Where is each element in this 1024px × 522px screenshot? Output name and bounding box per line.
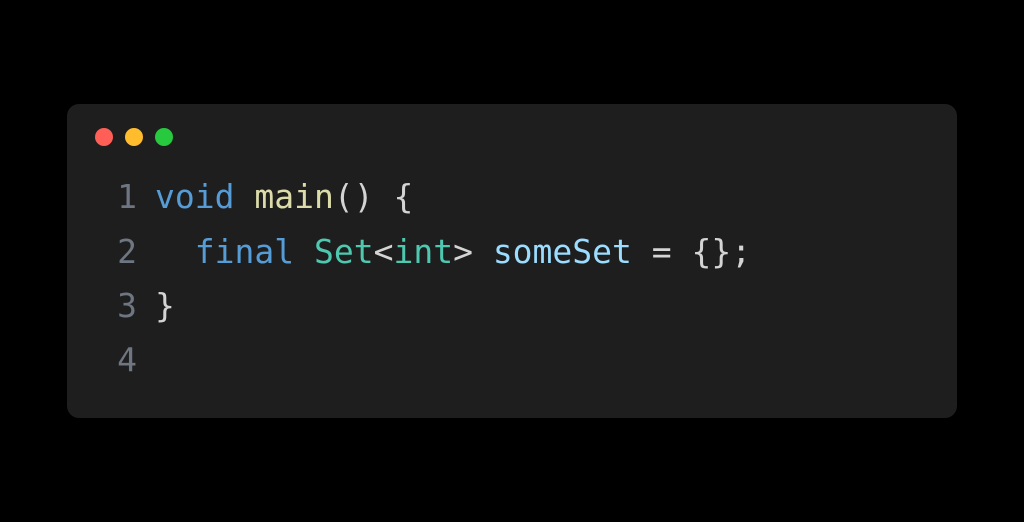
brace-token: }	[155, 286, 175, 325]
angle-token: <	[374, 232, 394, 271]
paren-token: ()	[334, 177, 374, 216]
semicolon-token: ;	[731, 232, 751, 271]
keyword-token: void	[155, 177, 234, 216]
operator-token: =	[652, 232, 672, 271]
type-token: Set	[314, 232, 374, 271]
window-controls	[95, 128, 929, 146]
code-text: void main() {	[155, 170, 413, 224]
function-token: main	[254, 177, 333, 216]
code-line: 4	[95, 333, 929, 387]
maximize-icon[interactable]	[155, 128, 173, 146]
type-token: int	[393, 232, 453, 271]
brace-token: {}	[692, 232, 732, 271]
line-number: 4	[95, 333, 137, 387]
angle-token: >	[453, 232, 473, 271]
code-line: 1 void main() {	[95, 170, 929, 224]
code-line: 3 }	[95, 279, 929, 333]
brace-token: {	[393, 177, 413, 216]
minimize-icon[interactable]	[125, 128, 143, 146]
code-text: }	[155, 279, 175, 333]
code-content[interactable]: 1 void main() { 2 final Set<int> someSet…	[95, 170, 929, 388]
code-text: final Set<int> someSet = {};	[155, 225, 751, 279]
variable-token: someSet	[493, 232, 632, 271]
line-number: 1	[95, 170, 137, 224]
keyword-token: final	[195, 232, 294, 271]
line-number: 3	[95, 279, 137, 333]
close-icon[interactable]	[95, 128, 113, 146]
code-editor-window: 1 void main() { 2 final Set<int> someSet…	[67, 104, 957, 418]
line-number: 2	[95, 225, 137, 279]
code-line: 2 final Set<int> someSet = {};	[95, 225, 929, 279]
